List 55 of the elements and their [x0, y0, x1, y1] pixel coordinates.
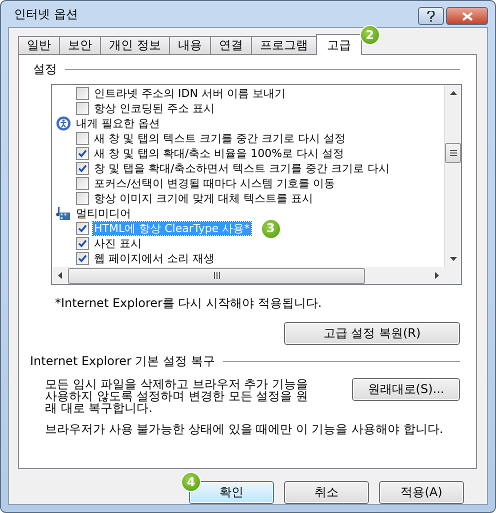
checkbox[interactable]: [76, 147, 89, 160]
window-title: 인터넷 옵션: [14, 6, 78, 22]
reset-warning: 브라우저가 사용 불가능한 상태에 있을 때에만 이 기능을 사용해야 합니다.: [45, 421, 444, 438]
close-button[interactable]: [446, 7, 488, 25]
step-badge: 4: [181, 472, 201, 492]
scroll-up-icon[interactable]: [450, 91, 456, 95]
option-label[interactable]: 인트라넷 주소의 IDN 서버 이름 보내기: [93, 87, 286, 100]
tab[interactable]: 개인 정보: [100, 36, 170, 55]
reset-button[interactable]: 원래대로(S)...: [352, 378, 460, 401]
option-label[interactable]: 새 창 및 탭의 텍스트 크기를 중간 크기로 다시 설정: [93, 132, 346, 145]
option-label[interactable]: 웹 페이지에서 소리 재생: [93, 252, 216, 265]
category-label: 내게 필요한 옵션: [75, 117, 161, 130]
dialog-button[interactable]: 적용(A): [379, 481, 464, 504]
checkbox[interactable]: [76, 252, 89, 265]
scroll-down-icon[interactable]: [450, 257, 456, 261]
step-badge: 3: [260, 218, 281, 238]
tab[interactable]: 고급: [316, 34, 362, 55]
restart-note: *Internet Explorer를 다시 시작해야 적용됩니다.: [55, 295, 323, 312]
checkbox[interactable]: [76, 177, 89, 190]
person-circle-icon: [56, 116, 71, 131]
scroll-left-icon[interactable]: [58, 272, 62, 279]
option-label[interactable]: 새 창 및 탭의 확대/축소 비율을 100%로 다시 설정: [93, 147, 346, 160]
option-label[interactable]: 창 및 탭을 확대/축소하면서 텍스트 크기를 중간 크기로 다시: [93, 162, 391, 175]
grip-icon[interactable]: [214, 272, 220, 279]
help-button[interactable]: [418, 7, 444, 25]
option-label[interactable]: 포커스/선택이 변경될 때마다 시스템 기호를 이동: [93, 177, 336, 190]
question-icon: [427, 10, 435, 22]
tab[interactable]: 내용: [168, 36, 211, 55]
dialog-button[interactable]: 취소: [284, 481, 369, 504]
tab[interactable]: 프로그램: [250, 36, 317, 55]
checkbox[interactable]: [76, 222, 89, 235]
vertical-scrollbar[interactable]: [444, 85, 461, 267]
scroll-right-icon[interactable]: [435, 272, 439, 279]
tab[interactable]: 연결: [210, 36, 252, 55]
checkbox[interactable]: [76, 192, 89, 205]
close-icon: [462, 12, 472, 20]
tab[interactable]: 보안: [59, 36, 101, 55]
horizontal-scrollbar[interactable]: [52, 267, 461, 284]
option-label[interactable]: 사진 표시: [93, 237, 142, 250]
checkbox[interactable]: [76, 162, 89, 175]
checkbox[interactable]: [76, 102, 89, 115]
tab[interactable]: 일반: [18, 36, 60, 55]
option-label[interactable]: 항상 인코딩된 주소 표시: [93, 102, 216, 115]
checkbox[interactable]: [76, 132, 89, 145]
group-title: 설정: [33, 61, 57, 78]
restore-advanced-button[interactable]: 고급 설정 복원(R): [284, 322, 460, 345]
option-label[interactable]: 항상 이미지 크기에 맞게 대체 텍스트를 표시: [93, 192, 314, 205]
checkbox[interactable]: [76, 237, 89, 250]
checkbox[interactable]: [76, 87, 89, 100]
film-note-icon: [56, 206, 71, 221]
reset-description: 모든 임시 파일을 삭제하고 브라우저 추가 기능을 사용하지 않도록 설정하며 변경한 모든 설정을 원래 대로 복구합니다.: [45, 378, 309, 414]
category-label: 멀티미디어: [75, 207, 132, 220]
group-title: Internet Explorer 기본 설정 복구: [30, 353, 215, 370]
step-badge: 2: [360, 25, 380, 45]
grip-icon[interactable]: [450, 150, 456, 156]
